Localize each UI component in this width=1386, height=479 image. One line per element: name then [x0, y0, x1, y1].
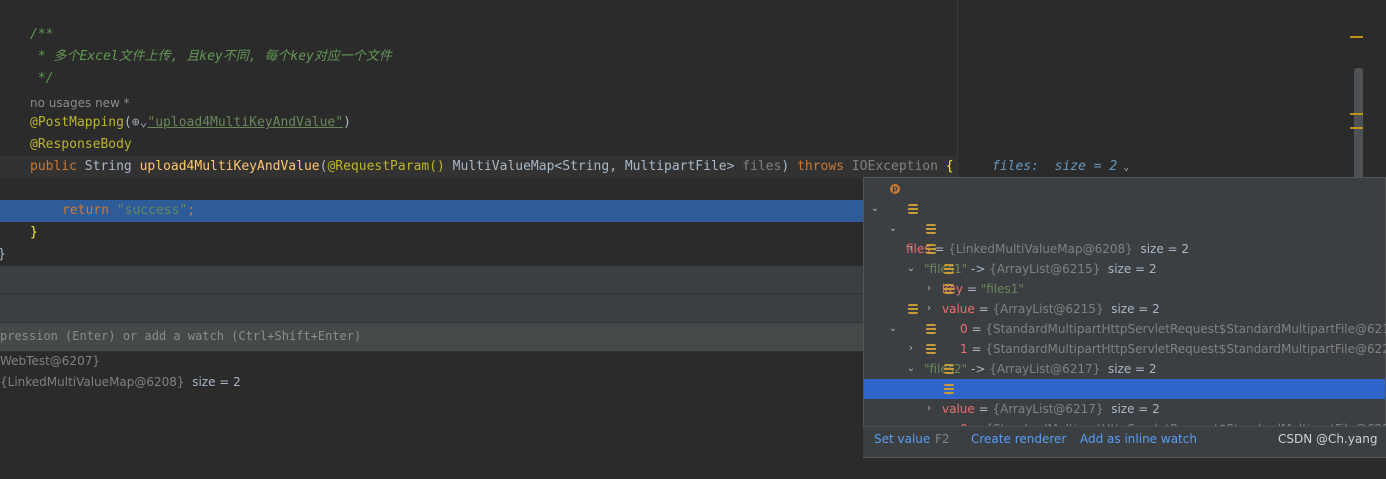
tree-row-value[interactable]: ⌄ value = {ArrayList@6217} size = 2 — [864, 339, 1385, 416]
tree-row-item-0[interactable]: › 0 = {StandardMultipartHttpServletReque… — [864, 259, 1386, 336]
warning-marker[interactable] — [1350, 127, 1363, 129]
watch-expression-input[interactable]: pression (Enter) or add a watch (Ctrl+Sh… — [0, 323, 864, 352]
tree-row-files[interactable]: ⌄ p files = {LinkedMultiValueMap@6208} s… — [864, 179, 1385, 256]
field-icon — [944, 284, 954, 294]
author-hint[interactable]: new * — [95, 96, 130, 110]
chevron-right-icon[interactable]: › — [923, 399, 935, 419]
url-globe-icon[interactable]: ⊕⌄ — [132, 115, 148, 130]
variables-panel: WebTest@6207} {LinkedMultiValueMap@6208}… — [0, 352, 864, 458]
tree-row-files2-entry[interactable]: ⌄ "files2" -> {ArrayList@6217} size = 2 — [864, 299, 1385, 376]
doc-comment-open: /** — [30, 27, 54, 42]
response-body-line: @ResponseBody — [30, 137, 132, 152]
warning-marker[interactable] — [1350, 36, 1363, 38]
field-icon — [944, 264, 954, 274]
doc-comment-close: */ — [30, 71, 54, 86]
tree-row-key[interactable]: › key = "files2" — [864, 319, 1385, 396]
class-close-brace: } — [0, 244, 6, 266]
field-icon — [926, 324, 936, 334]
doc-comment-body: * 多个Excel文件上传, 且key不同, 每个key对应一个文件 — [30, 49, 392, 64]
variable-this[interactable]: WebTest@6207} — [0, 354, 100, 368]
set-value-link[interactable]: Set value — [874, 432, 930, 446]
debug-value-popup: ⌄ p files = {LinkedMultiValueMap@6208} s… — [863, 177, 1386, 458]
field-icon — [908, 304, 918, 314]
watch-input-placeholder: pression (Enter) or add a watch (Ctrl+Sh… — [0, 329, 362, 343]
field-icon — [944, 384, 954, 394]
field-icon — [926, 344, 936, 354]
tree-row-item-0[interactable]: › 0 = {StandardMultipartHttpServletReque… — [864, 359, 1386, 436]
tree-row-item-1-selected[interactable]: › 1 = {StandardMultipartHttpServletReque… — [864, 379, 1386, 456]
watermark: CSDN @Ch.yang — [1278, 432, 1378, 446]
usages-hint[interactable]: no usages — [30, 96, 91, 110]
debug-toolbar[interactable] — [0, 266, 864, 294]
return-line: return "success"; — [62, 203, 196, 218]
add-inline-watch-link[interactable]: Add as inline watch — [1080, 432, 1197, 446]
post-mapping-line: @PostMapping(⊕⌄"upload4MultiKeyAndValue"… — [30, 115, 351, 130]
inline-debug-value[interactable]: files: size = 2 ⌄ — [992, 156, 1129, 178]
tree-row-item-1[interactable]: › 1 = {StandardMultipartHttpServletReque… — [864, 279, 1386, 356]
field-icon — [944, 364, 954, 374]
field-icon — [908, 204, 918, 214]
tree-row-key[interactable]: › key = "files1" — [864, 219, 1385, 296]
method-signature-line: public String upload4MultiKeyAndValue(@R… — [30, 159, 954, 174]
parameter-icon: p — [890, 184, 900, 194]
field-icon — [926, 224, 936, 234]
tree-row-files1-entry[interactable]: ⌄ "files1" -> {ArrayList@6215} size = 2 — [864, 199, 1385, 276]
field-icon — [926, 244, 936, 254]
set-value-shortcut: F2 — [935, 432, 950, 446]
debug-frames-toolbar[interactable] — [0, 294, 864, 323]
warning-marker[interactable] — [1350, 113, 1363, 115]
variable-files[interactable]: {LinkedMultiValueMap@6208} size = 2 — [0, 375, 241, 389]
code-vision-hints[interactable]: no usages new * — [30, 91, 130, 113]
create-renderer-link[interactable]: Create renderer — [971, 432, 1066, 446]
method-close-brace: } — [30, 225, 38, 240]
tree-row-value[interactable]: ⌄ value = {ArrayList@6215} size = 2 — [864, 239, 1385, 316]
